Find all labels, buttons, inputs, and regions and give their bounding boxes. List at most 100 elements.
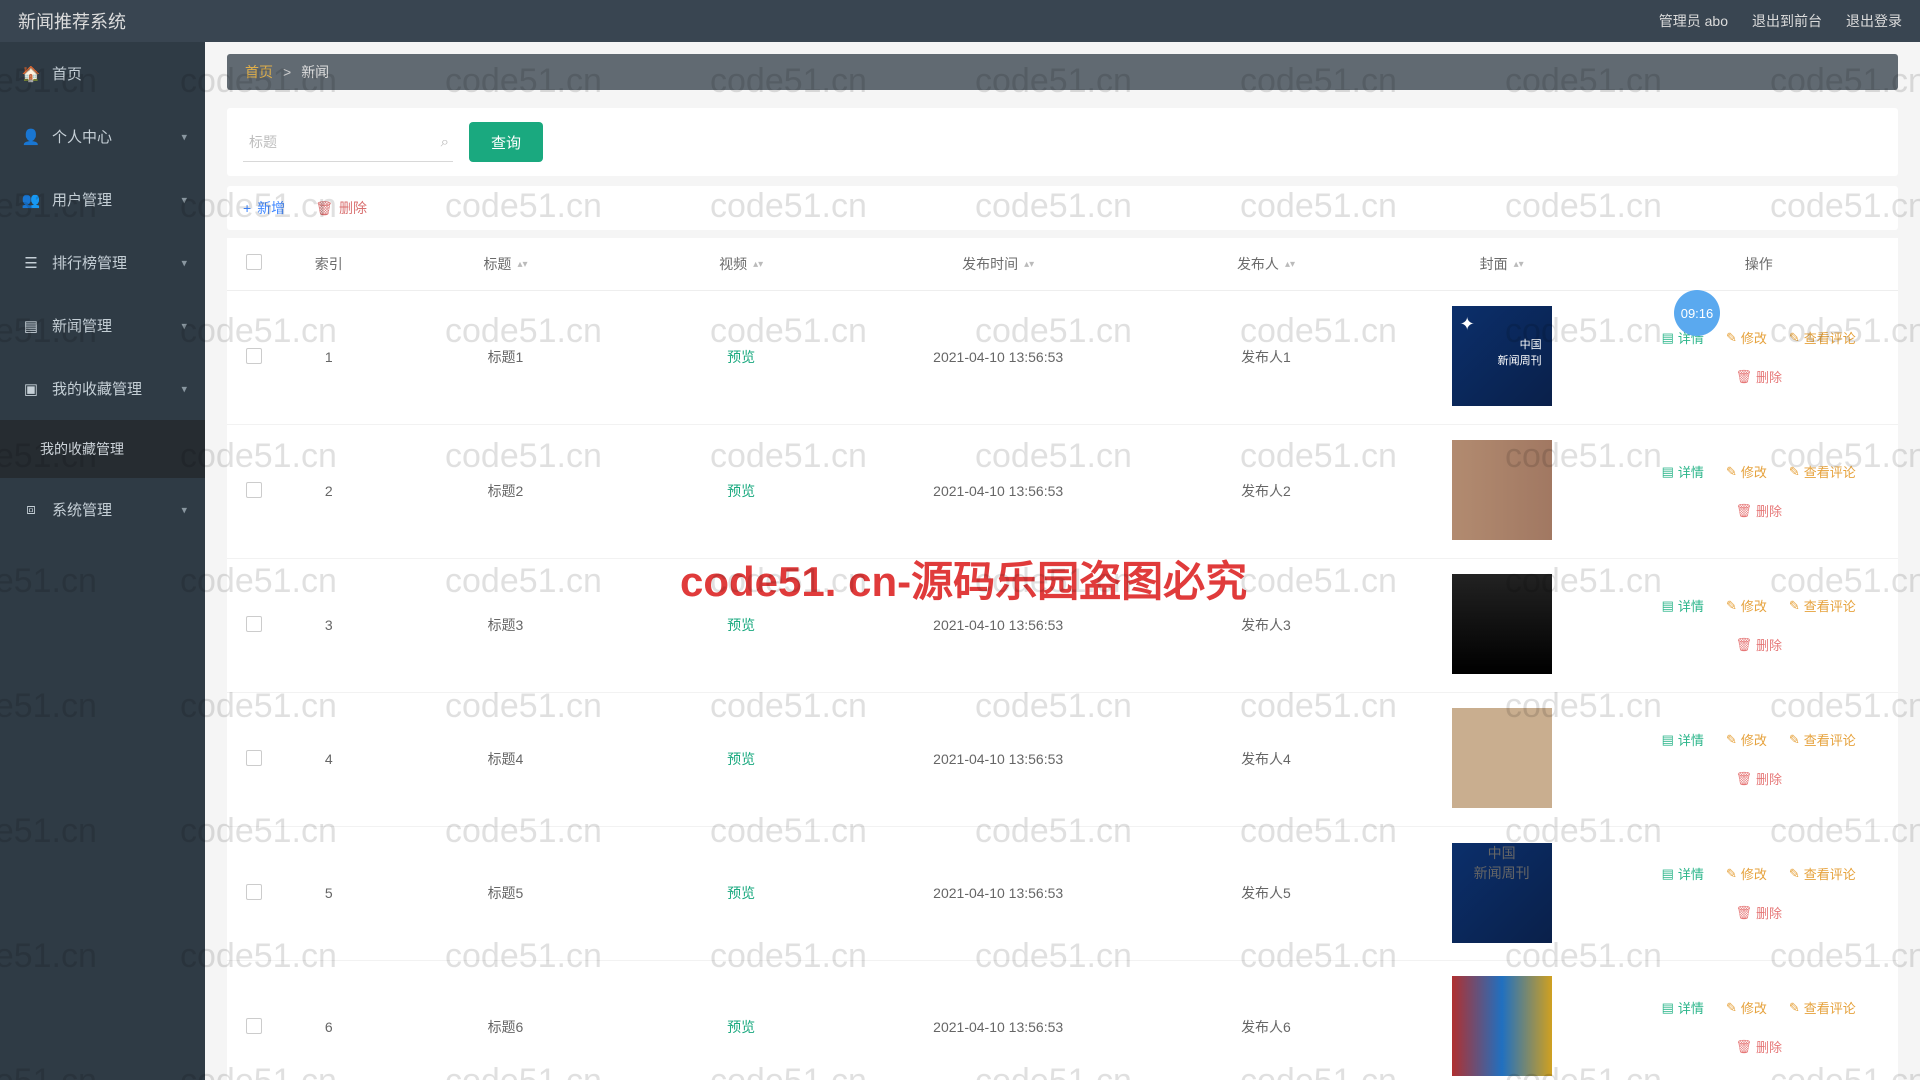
sort-icon: ▴▾: [1514, 260, 1524, 270]
admin-label[interactable]: 管理员 abo: [1659, 11, 1728, 31]
preview-link[interactable]: 预览: [727, 885, 755, 901]
col-title-header[interactable]: 标题▴▾: [377, 238, 634, 290]
edit-button[interactable]: ✎修改: [1726, 328, 1767, 347]
view-comments-button[interactable]: ✎查看评论: [1789, 730, 1856, 749]
row-delete-button[interactable]: 🗑删除: [1735, 367, 1782, 386]
preview-link[interactable]: 预览: [727, 483, 755, 499]
preview-link[interactable]: 预览: [727, 1019, 755, 1035]
sidebar-item-profile[interactable]: 👤 个人中心 ▾: [0, 105, 205, 168]
pencil-icon: ✎: [1789, 330, 1800, 346]
sidebar-item-rank[interactable]: ☰ 排行榜管理 ▾: [0, 231, 205, 294]
doc-icon: ▤: [1662, 1000, 1674, 1016]
row-operations: ▤详情 ✎修改 ✎查看评论 🗑删除: [1629, 998, 1888, 1056]
bookmark-icon: ▣: [22, 380, 40, 398]
query-button[interactable]: 查询: [469, 122, 543, 162]
breadcrumb-sep: >: [283, 64, 291, 80]
cell-time: 2021-04-10 13:56:53: [848, 290, 1148, 424]
actions-bar: + 新增 🗑 删除: [227, 186, 1898, 230]
chevron-down-icon: ▾: [181, 382, 187, 395]
row-operations: ▤详情 ✎修改 ✎查看评论 🗑删除: [1629, 730, 1888, 788]
row-operations: ▤详情 ✎修改 ✎查看评论 🗑删除: [1629, 462, 1888, 520]
cover-thumbnail[interactable]: [1452, 708, 1552, 808]
add-label: 新增: [257, 198, 285, 218]
sidebar-item-system[interactable]: ⧈ 系统管理 ▾: [0, 478, 205, 541]
search-input[interactable]: [243, 122, 453, 162]
edit-button[interactable]: ✎修改: [1726, 998, 1767, 1017]
preview-link[interactable]: 预览: [727, 751, 755, 767]
table-row: 5 标题5 预览 2021-04-10 13:56:53 发布人5 中国新闻周刊…: [227, 826, 1898, 960]
row-delete-button[interactable]: 🗑删除: [1735, 903, 1782, 922]
detail-button[interactable]: ▤详情: [1662, 596, 1704, 615]
detail-button[interactable]: ▤详情: [1662, 998, 1704, 1017]
view-comments-button[interactable]: ✎查看评论: [1789, 596, 1856, 615]
edit-button[interactable]: ✎修改: [1726, 864, 1767, 883]
to-front-link[interactable]: 退出到前台: [1752, 11, 1822, 31]
cell-time: 2021-04-10 13:56:53: [848, 826, 1148, 960]
sidebar-item-favorites[interactable]: ▣ 我的收藏管理 ▾: [0, 357, 205, 420]
pencil-icon: ✎: [1789, 464, 1800, 480]
cell-time: 2021-04-10 13:56:53: [848, 960, 1148, 1080]
col-time-header[interactable]: 发布时间▴▾: [848, 238, 1148, 290]
row-delete-button[interactable]: 🗑删除: [1735, 635, 1782, 654]
breadcrumb-current: 新闻: [301, 62, 329, 82]
col-publisher-header[interactable]: 发布人▴▾: [1148, 238, 1384, 290]
sidebar-subitem-favorites[interactable]: 我的收藏管理: [0, 420, 205, 478]
select-all-checkbox[interactable]: [246, 254, 262, 270]
edit-button[interactable]: ✎修改: [1726, 596, 1767, 615]
row-delete-button[interactable]: 🗑删除: [1735, 769, 1782, 788]
cover-thumbnail[interactable]: [1452, 574, 1552, 674]
view-comments-button[interactable]: ✎查看评论: [1789, 998, 1856, 1017]
sidebar-item-news[interactable]: ▤ 新闻管理 ▾: [0, 294, 205, 357]
sidebar-item-label: 系统管理: [52, 499, 112, 520]
table-row: 4 标题4 预览 2021-04-10 13:56:53 发布人4 ▤详情 ✎修…: [227, 692, 1898, 826]
clock-badge[interactable]: 09:16: [1674, 290, 1720, 336]
row-checkbox[interactable]: [246, 348, 262, 364]
pencil-icon: ✎: [1789, 732, 1800, 748]
view-comments-button[interactable]: ✎查看评论: [1789, 864, 1856, 883]
cover-thumbnail[interactable]: 中国新闻周刊: [1452, 306, 1552, 406]
col-cover-header[interactable]: 封面▴▾: [1384, 238, 1620, 290]
view-comments-button[interactable]: ✎查看评论: [1789, 328, 1856, 347]
sidebar-item-home[interactable]: 🏠 首页: [0, 42, 205, 105]
cell-publisher: 发布人5: [1148, 826, 1384, 960]
sidebar-item-users[interactable]: 👥 用户管理 ▾: [0, 168, 205, 231]
sidebar-item-label: 我的收藏管理: [52, 378, 142, 399]
add-button[interactable]: + 新增: [243, 198, 285, 218]
logout-link[interactable]: 退出登录: [1846, 11, 1902, 31]
data-table: 索引 标题▴▾ 视频▴▾ 发布时间▴▾ 发布人▴▾ 封面▴▾ 操作 1 标题1 …: [227, 238, 1898, 1080]
row-checkbox[interactable]: [246, 750, 262, 766]
pencil-icon: ✎: [1726, 598, 1737, 614]
row-checkbox[interactable]: [246, 616, 262, 632]
edit-button[interactable]: ✎修改: [1726, 462, 1767, 481]
cover-thumbnail[interactable]: [1452, 440, 1552, 540]
doc-icon: ▤: [1662, 866, 1674, 882]
user-icon: 👤: [22, 128, 40, 146]
cell-title: 标题3: [377, 558, 634, 692]
chevron-down-icon: ▾: [181, 503, 187, 516]
col-video-header[interactable]: 视频▴▾: [634, 238, 848, 290]
preview-link[interactable]: 预览: [727, 349, 755, 365]
trash-icon: 🗑: [1735, 369, 1752, 385]
detail-button[interactable]: ▤详情: [1662, 730, 1704, 749]
cell-index: 5: [281, 826, 377, 960]
row-delete-button[interactable]: 🗑删除: [1735, 1037, 1782, 1056]
preview-link[interactable]: 预览: [727, 617, 755, 633]
table-body: 1 标题1 预览 2021-04-10 13:56:53 发布人1 中国新闻周刊…: [227, 290, 1898, 1080]
cell-time: 2021-04-10 13:56:53: [848, 558, 1148, 692]
row-checkbox[interactable]: [246, 482, 262, 498]
cell-publisher: 发布人4: [1148, 692, 1384, 826]
cover-thumbnail[interactable]: [1452, 976, 1552, 1076]
cell-index: 2: [281, 424, 377, 558]
pencil-icon: ✎: [1726, 1000, 1737, 1016]
chevron-down-icon: ▾: [181, 193, 187, 206]
detail-button[interactable]: ▤详情: [1662, 462, 1704, 481]
delete-button[interactable]: 🗑 删除: [315, 198, 367, 218]
cover-thumbnail[interactable]: 中国新闻周刊: [1452, 843, 1552, 943]
view-comments-button[interactable]: ✎查看评论: [1789, 462, 1856, 481]
row-delete-button[interactable]: 🗑删除: [1735, 501, 1782, 520]
detail-button[interactable]: ▤详情: [1662, 864, 1704, 883]
breadcrumb-home[interactable]: 首页: [245, 62, 273, 82]
row-checkbox[interactable]: [246, 1018, 262, 1034]
edit-button[interactable]: ✎修改: [1726, 730, 1767, 749]
row-checkbox[interactable]: [246, 884, 262, 900]
